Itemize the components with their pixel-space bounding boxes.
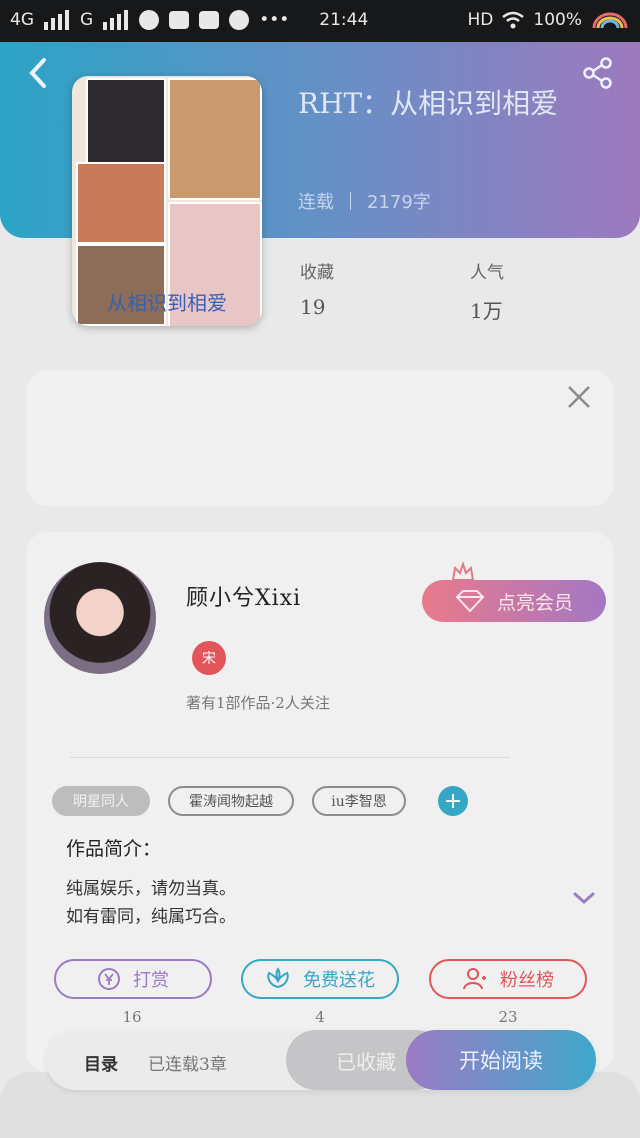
share-icon[interactable] xyxy=(582,56,614,90)
person-icon xyxy=(463,968,486,990)
signal-icon-2 xyxy=(103,10,129,30)
flower-count: 4 xyxy=(315,1008,325,1026)
book-title: RHT：从相识到相爱 xyxy=(298,87,559,120)
notification-icon xyxy=(169,11,190,29)
cover-photo-3 xyxy=(76,162,166,244)
crown-icon xyxy=(452,562,474,581)
book-cover[interactable]: 从相识到相爱 xyxy=(72,76,262,326)
wifi-icon xyxy=(502,11,525,29)
intro-heading: 作品简介： xyxy=(66,838,162,860)
tag-item[interactable]: iu李智恩 xyxy=(312,786,406,816)
author-works: 著有1部作品·2人关注 xyxy=(186,694,330,712)
flower-icon xyxy=(267,967,289,989)
reward-label: 打赏 xyxy=(133,970,169,991)
stat-popularity: 人气 1万 xyxy=(470,258,504,324)
fan-ranking-button[interactable]: 粉丝榜 xyxy=(429,959,587,999)
rainbow-battery-icon xyxy=(592,12,628,29)
start-reading-button[interactable]: 开始阅读 xyxy=(406,1030,596,1090)
vip-button[interactable]: 点亮会员 xyxy=(422,580,606,622)
stat-favorites: 收藏 19 xyxy=(300,258,334,319)
battery-level: 100% xyxy=(533,10,582,30)
send-flower-label: 免费送花 xyxy=(303,970,375,991)
word-count: 2179字 xyxy=(367,192,431,213)
send-flower-button[interactable]: 免费送花 xyxy=(241,959,399,999)
cover-photo-1 xyxy=(86,78,166,164)
close-icon[interactable] xyxy=(566,384,592,410)
author-avatar[interactable] xyxy=(44,562,156,674)
intro-line: 纯属娱乐，请勿当真。 xyxy=(66,879,236,899)
add-tag-button[interactable]: + xyxy=(438,786,468,816)
tag-item[interactable]: 霍涛闻物起越 xyxy=(168,786,294,816)
author-badge: 宋 xyxy=(192,641,226,675)
divider xyxy=(70,757,510,758)
cover-photo-2 xyxy=(168,78,262,200)
status-bar: 4G G ••• 21:44 HD 100% xyxy=(0,0,640,42)
book-status: 连载 xyxy=(298,192,334,213)
hd-label: HD xyxy=(467,10,494,30)
intro-line: 如有雷同，纯属巧合。 xyxy=(66,907,236,927)
stat-label: 人气 xyxy=(470,263,504,283)
yen-icon xyxy=(98,968,120,990)
network-4g-label: 4G xyxy=(10,10,34,30)
vip-label: 点亮会员 xyxy=(496,591,573,614)
palette-icon xyxy=(139,10,160,30)
signal-icon xyxy=(44,10,69,30)
reward-count: 16 xyxy=(122,1008,142,1026)
meta-separator xyxy=(350,192,351,210)
stat-label: 收藏 xyxy=(300,263,334,283)
stat-value: 19 xyxy=(300,295,326,319)
notification-icon-2 xyxy=(199,11,220,29)
fan-ranking-label: 粉丝榜 xyxy=(500,970,554,991)
chevron-left-icon[interactable] xyxy=(24,56,54,90)
network-g-label: G xyxy=(80,10,94,30)
tag-item[interactable]: 明星同人 xyxy=(52,786,150,816)
fan-count: 23 xyxy=(498,1008,518,1026)
toc-link[interactable]: 目录 xyxy=(84,1050,118,1075)
stat-value: 1万 xyxy=(470,299,503,323)
reward-button[interactable]: 打赏 xyxy=(54,959,212,999)
ad-placeholder-card xyxy=(26,370,614,506)
clock: 21:44 xyxy=(319,10,369,30)
chevron-down-icon[interactable] xyxy=(572,890,596,906)
book-meta: 连载 2179字 xyxy=(298,188,431,214)
author-name[interactable]: 顾小兮Xixi xyxy=(186,580,301,612)
diamond-icon xyxy=(455,590,485,613)
browser-icon xyxy=(229,10,250,30)
cover-caption: 从相识到相爱 xyxy=(107,291,227,315)
more-notifications-label: ••• xyxy=(259,10,290,30)
chapters-status[interactable]: 已连载3章 xyxy=(148,1050,227,1075)
